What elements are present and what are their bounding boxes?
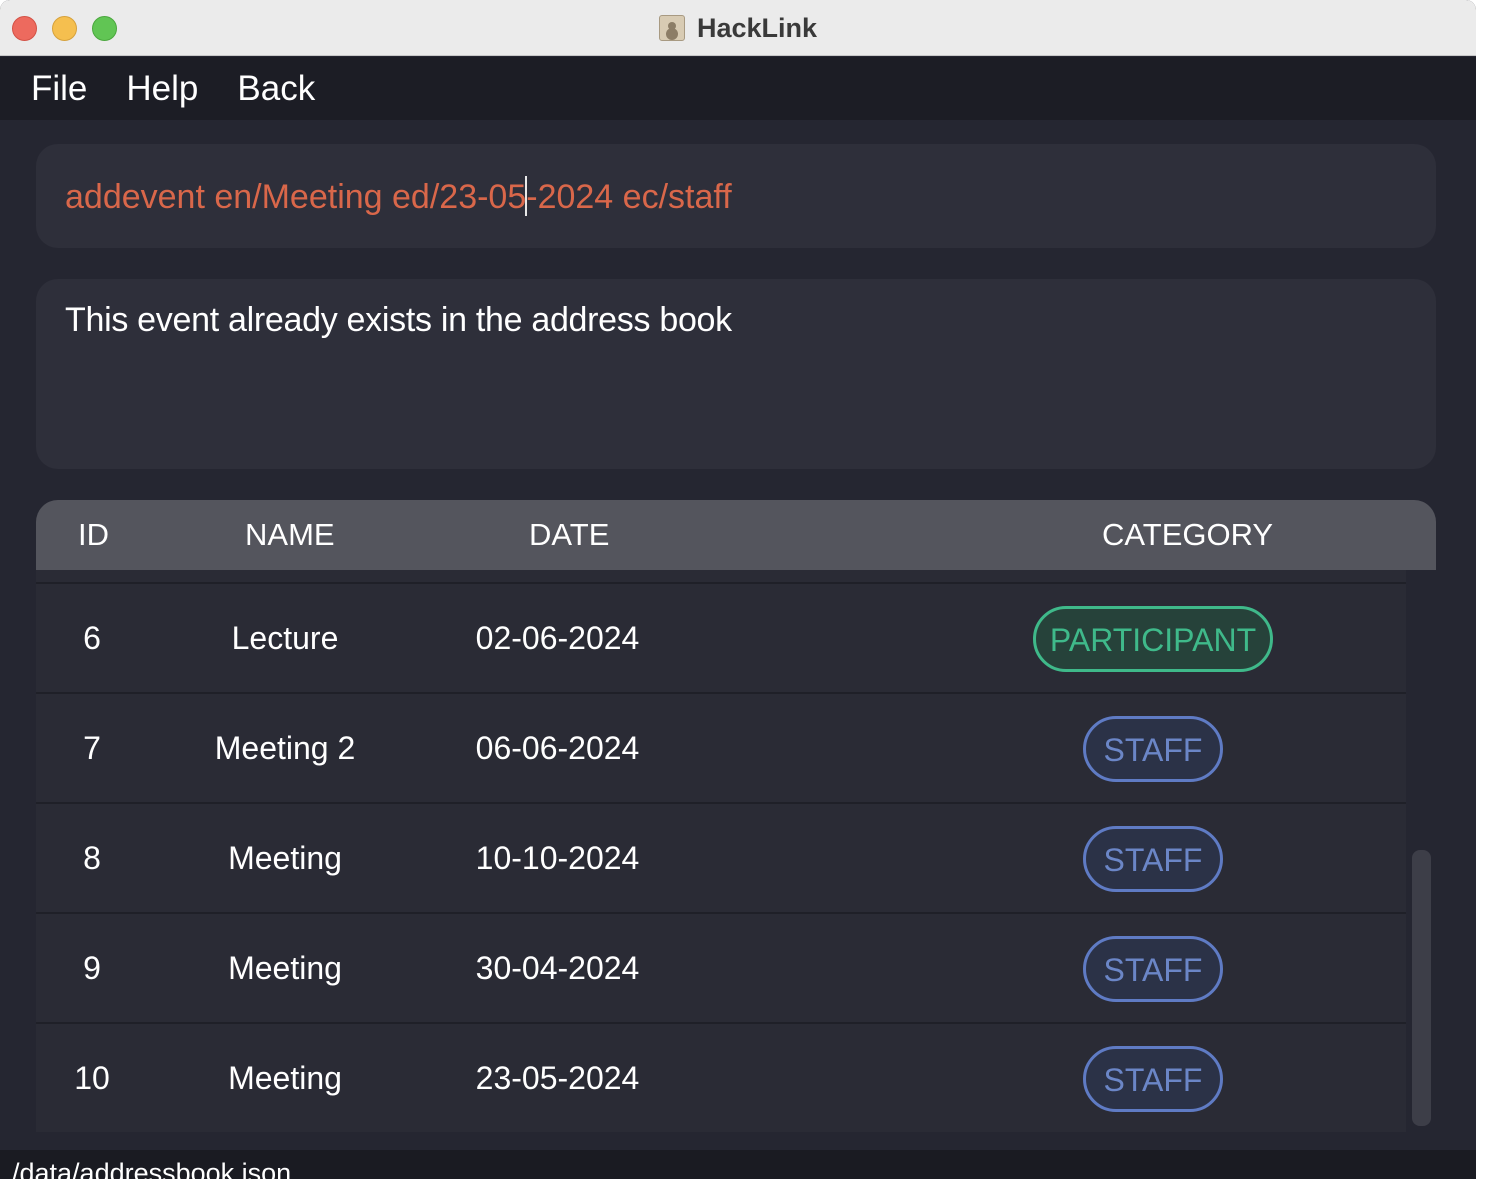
command-text-before-caret: addevent en/Meeting ed/23-05	[65, 178, 527, 216]
category-badge: STAFF	[1083, 716, 1223, 782]
cell-name: Meeting	[228, 1060, 342, 1096]
app-icon	[658, 15, 685, 41]
cell-name: Meeting	[228, 840, 342, 876]
menu-back[interactable]: Back	[237, 69, 315, 109]
table-row[interactable]: 8 Meeting 10-10-2024 STAFF	[36, 802, 1406, 910]
data-file-path: /data/addressbook.json	[12, 1158, 292, 1179]
status-bar: /data/addressbook.json	[0, 1150, 1476, 1179]
cell-name: Meeting	[228, 950, 342, 986]
scrollbar-thumb[interactable]	[1412, 850, 1431, 1126]
cell-date: 30-04-2024	[475, 950, 640, 986]
cell-id: 6	[83, 620, 101, 656]
column-header-id[interactable]: ID	[78, 500, 109, 570]
event-table-header: ID NAME DATE CATEGORY	[36, 500, 1436, 570]
title-bar: HackLink	[0, 0, 1476, 56]
category-badge: STAFF	[1083, 1046, 1223, 1112]
cell-date: 10-10-2024	[475, 840, 640, 876]
cell-date: 23-05-2024	[475, 1060, 640, 1096]
category-badge: PARTICIPANT	[1033, 606, 1273, 672]
table-row[interactable]: 9 Meeting 30-04-2024 STAFF	[36, 912, 1406, 1020]
cell-date: 06-06-2024	[475, 730, 640, 766]
column-header-category[interactable]: CATEGORY	[1102, 500, 1273, 570]
cell-name: Meeting 2	[214, 730, 356, 766]
cell-id: 8	[83, 840, 101, 876]
window-title: HackLink	[696, 12, 818, 43]
menu-help[interactable]: Help	[126, 69, 198, 109]
cell-date: 02-06-2024	[475, 620, 640, 656]
column-header-date[interactable]: DATE	[529, 500, 609, 570]
command-text-after-caret: -2024 ec/staff	[526, 178, 732, 216]
category-badge: STAFF	[1083, 826, 1223, 892]
cell-id: 7	[83, 730, 101, 766]
command-input[interactable]: addevent en/Meeting ed/23-05-2024 ec/sta…	[36, 144, 1436, 248]
result-message: This event already exists in the address…	[65, 301, 732, 339]
menu-file[interactable]: File	[31, 69, 87, 109]
category-badge: STAFF	[1083, 936, 1223, 1002]
cell-id: 9	[83, 950, 101, 986]
command-text: addevent en/Meeting ed/23-05-2024 ec/sta…	[65, 176, 732, 217]
column-header-name[interactable]: NAME	[245, 500, 335, 570]
cell-id: 10	[74, 1060, 110, 1096]
event-table-body: 6 Lecture 02-06-2024 PARTICIPANT 7 Meeti…	[36, 570, 1406, 1132]
menu-bar: File Help Back	[0, 57, 1476, 120]
result-display: This event already exists in the address…	[36, 279, 1436, 469]
table-row[interactable]: 7 Meeting 2 06-06-2024 STAFF	[36, 692, 1406, 800]
table-row[interactable]: 10 Meeting 23-05-2024 STAFF	[36, 1022, 1406, 1130]
app-window: HackLink File Help Back addevent en/Meet…	[0, 0, 1476, 1179]
table-row[interactable]: 6 Lecture 02-06-2024 PARTICIPANT	[36, 582, 1406, 690]
cell-name: Lecture	[231, 620, 339, 656]
desktop-background	[1476, 0, 1492, 1179]
